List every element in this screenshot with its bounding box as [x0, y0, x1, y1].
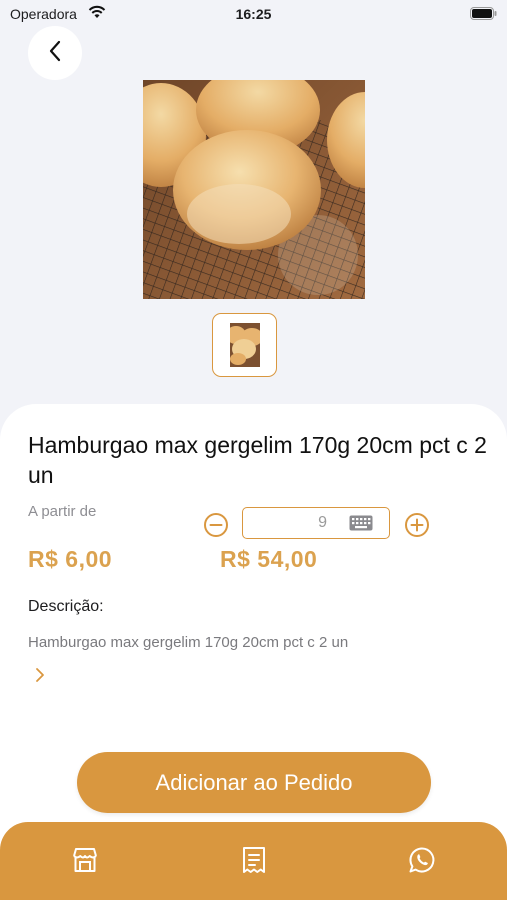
description-heading: Descrição: [28, 598, 104, 615]
chevron-left-icon [48, 40, 62, 67]
bottom-tab-bar [0, 822, 507, 900]
plus-circle-icon [404, 513, 430, 542]
quantity-field[interactable]: 9 [242, 507, 390, 539]
increase-quantity-button[interactable] [404, 512, 430, 538]
unit-price: R$ 6,00 [28, 546, 113, 572]
description-text: Hamburgao max gergelim 170g 20cm pct c 2… [28, 634, 349, 651]
clock: 16:25 [235, 6, 272, 22]
price-prefix: A partir de [28, 503, 97, 520]
store-icon [71, 847, 99, 878]
tab-orders[interactable] [239, 846, 269, 879]
image-thumbnail[interactable] [212, 313, 277, 377]
receipt-icon [241, 846, 267, 879]
whatsapp-icon [408, 846, 436, 879]
battery-icon [470, 7, 497, 23]
decrease-quantity-button[interactable] [203, 512, 229, 538]
back-button[interactable] [28, 26, 82, 80]
add-to-order-button[interactable]: Adicionar ao Pedido [77, 752, 431, 813]
status-bar: Operadora 16:25 [0, 0, 507, 28]
product-image[interactable] [143, 80, 365, 299]
tab-whatsapp[interactable] [407, 846, 437, 879]
keyboard-icon[interactable] [349, 515, 373, 536]
quantity-value: 9 [318, 514, 327, 531]
minus-circle-icon [203, 513, 229, 542]
expand-description-button[interactable] [34, 667, 46, 688]
product-title: Hamburgao max gergelim 170g 20cm pct c 2… [28, 432, 487, 488]
total-price: R$ 54,00 [220, 546, 318, 572]
tab-store[interactable] [70, 847, 100, 877]
chevron-right-icon [34, 668, 46, 687]
